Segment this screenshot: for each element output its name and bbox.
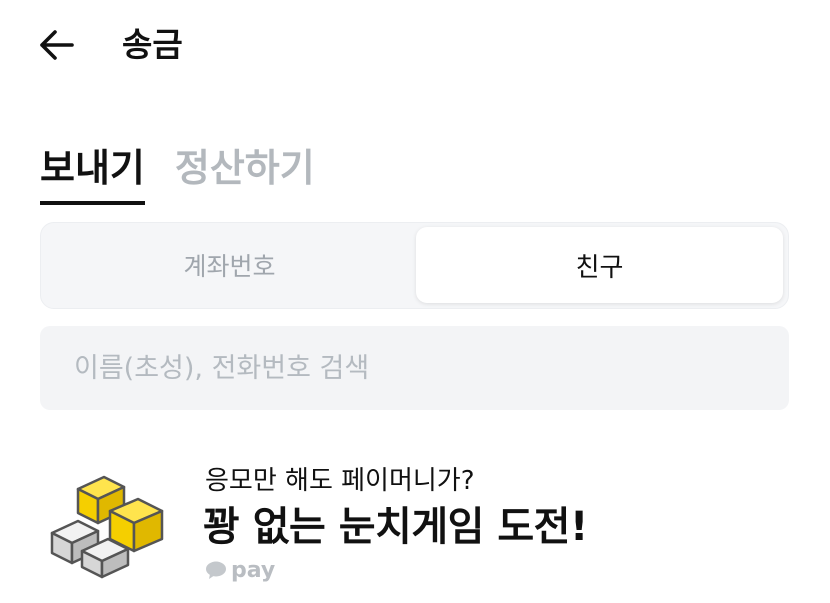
tab-settle-label: 정산하기 — [174, 146, 315, 190]
arrow-left-icon — [40, 30, 74, 60]
segment-account-number[interactable]: 계좌번호 — [45, 227, 414, 303]
tab-bar: 보내기 정산하기 — [40, 140, 345, 205]
pay-brand: pay — [205, 557, 275, 583]
active-tab-indicator — [40, 201, 145, 205]
page-title: 송금 — [122, 25, 183, 64]
header: 송금 — [0, 0, 830, 92]
tab-send[interactable]: 보내기 — [40, 140, 145, 205]
promo-subtitle: 응모만 해도 페이머니가? — [205, 466, 475, 496]
transfer-screen: 송금 보내기 정산하기 계좌번호 친구 이름(초성), 전화번호 검색 응모만 … — [0, 0, 830, 603]
segment-friend[interactable]: 친구 — [416, 227, 783, 303]
promo-banner[interactable]: 응모만 해도 페이머니가? 꽝 없는 눈치게임 도전! pay — [40, 455, 789, 595]
pay-brand-label: pay — [231, 557, 276, 583]
back-button[interactable] — [30, 22, 82, 68]
tab-settle[interactable]: 정산하기 — [175, 140, 315, 200]
speech-bubble-icon — [205, 560, 227, 580]
stacked-blocks-icon — [50, 475, 164, 579]
tab-send-label: 보내기 — [40, 146, 145, 190]
recipient-type-segment: 계좌번호 친구 — [40, 222, 789, 309]
search-input[interactable] — [40, 326, 789, 410]
promo-title: 꽝 없는 눈치게임 도전! — [203, 504, 588, 550]
